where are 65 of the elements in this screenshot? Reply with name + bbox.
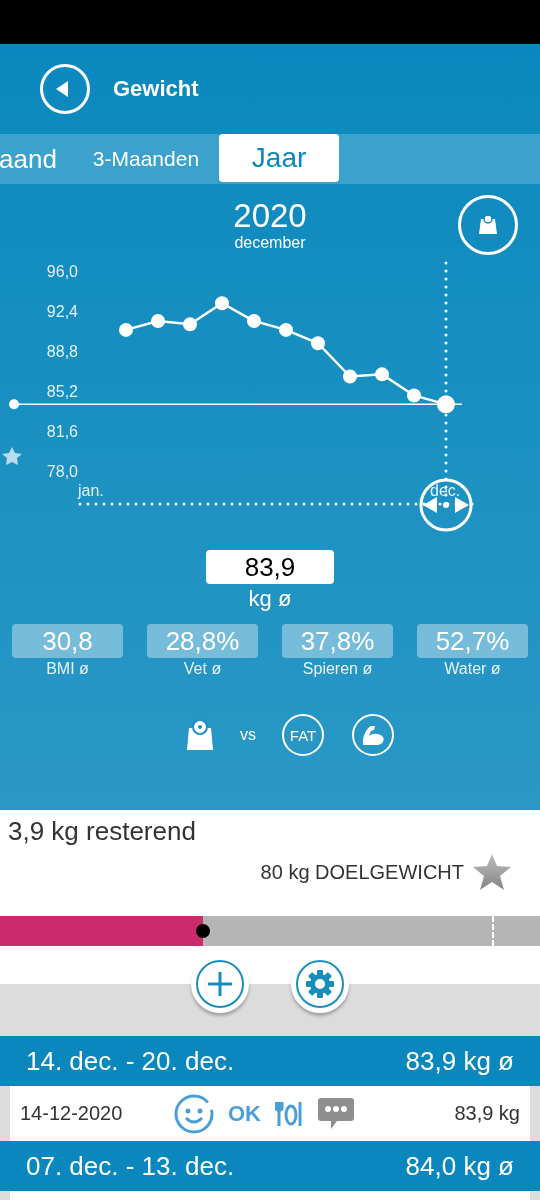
settings-button[interactable] <box>291 955 349 1013</box>
data-point <box>375 367 389 382</box>
y-tick-label: 78,0 <box>46 463 78 480</box>
week-range: 14. dec. - 20. dec. <box>26 1045 235 1077</box>
mood-label: OK <box>228 1100 261 1127</box>
stat-value: 28,8% <box>147 624 258 658</box>
progress-marker <box>196 924 211 938</box>
month-label: december <box>234 234 306 252</box>
data-point <box>151 314 165 328</box>
scale-icon <box>476 213 500 237</box>
fat-button[interactable]: FAT <box>282 714 324 756</box>
data-point <box>311 336 325 351</box>
scale-button[interactable] <box>458 195 518 255</box>
goal-weight: 80 kg DOELGEWICHT <box>260 860 464 884</box>
star-icon <box>2 447 22 465</box>
remaining-weight: 3,9 kg resterend <box>8 816 197 847</box>
stat-value: 52,7% <box>417 624 528 658</box>
stat-label: BMI ø <box>46 660 89 678</box>
week-average: 84,0 kg ø <box>405 1150 514 1182</box>
average-unit: kg ø <box>248 586 292 612</box>
cutlery-icon <box>275 1099 303 1128</box>
y-tick-label: 85,2 <box>46 383 78 400</box>
comment-icon <box>317 1096 355 1131</box>
smiley-icon <box>174 1093 214 1134</box>
entry-weight: 83,9 kg <box>454 1102 520 1125</box>
stat-label: Vet ø <box>183 660 222 678</box>
star-icon <box>472 853 512 891</box>
entry-row[interactable]: 14-12-2020 OK 83,9 kg <box>10 1086 530 1141</box>
vs-label: vs <box>240 726 256 744</box>
back-button[interactable] <box>40 64 90 114</box>
data-point <box>279 322 293 337</box>
muscle-button[interactable] <box>352 714 394 756</box>
week-range: 07. dec. - 13. dec. <box>26 1150 235 1182</box>
settings-icon <box>305 969 335 999</box>
y-tick-label: 92,4 <box>46 303 78 320</box>
data-point <box>215 296 229 311</box>
period-tab[interactable]: 3-Maanden <box>84 147 208 171</box>
stat-label: Spieren ø <box>302 660 373 678</box>
data-point <box>343 369 357 384</box>
data-point <box>183 317 197 332</box>
week-average: 83,9 kg ø <box>405 1045 514 1077</box>
drag-handle[interactable] <box>419 478 473 532</box>
page-title: Gewicht <box>113 76 199 102</box>
x-tick-label: dec. <box>430 482 461 499</box>
stat-value: 37,8% <box>282 624 393 658</box>
week-header[interactable]: 14. dec. - 20. dec. 83,9 kg ø <box>0 1036 540 1086</box>
y-tick-label: 96,0 <box>46 263 78 280</box>
data-point <box>407 388 421 403</box>
stat-label: Water ø <box>444 660 501 678</box>
plus-icon <box>205 969 235 999</box>
average-value: 83,9 <box>206 550 334 584</box>
week-header[interactable]: 07. dec. - 13. dec. 84,0 kg ø <box>0 1141 540 1191</box>
y-tick-label: 88,8 <box>46 343 78 360</box>
data-point <box>437 395 455 414</box>
data-point <box>247 314 261 328</box>
add-button[interactable] <box>191 955 249 1013</box>
period-tab[interactable]: aand <box>0 143 73 175</box>
year-label: 2020 <box>233 198 307 234</box>
data-point <box>119 322 133 337</box>
entry-date: 14-12-2020 <box>20 1102 124 1125</box>
x-tick-label: jan. <box>78 482 104 499</box>
flexed-arm-icon <box>360 723 386 747</box>
scale-icon[interactable] <box>186 718 214 752</box>
y-tick-label: 81,6 <box>46 423 78 440</box>
stat-value: 30,8 <box>12 624 123 658</box>
